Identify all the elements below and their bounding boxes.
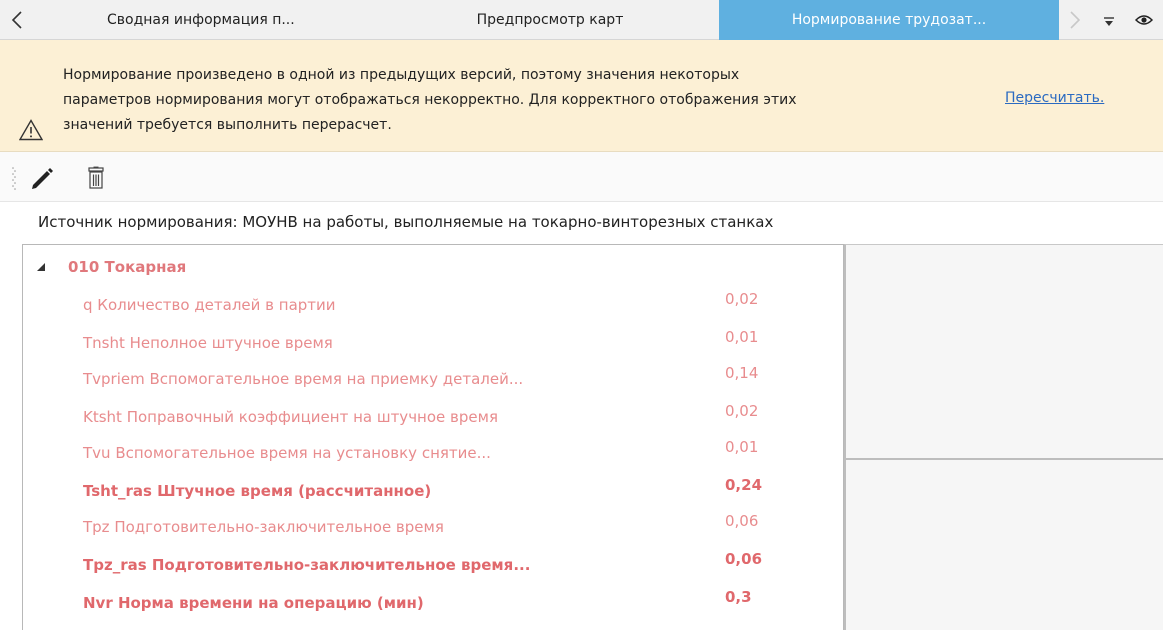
detail-panel-top: [844, 244, 1163, 458]
parameter-name: Tpz Подготовительно-заключительное время: [83, 518, 444, 536]
warning-line: параметров нормирования могут отображать…: [63, 92, 797, 108]
tree-row[interactable]: q Количество деталей в партии 0,02: [23, 289, 843, 319]
tab-scroll-left-button[interactable]: [0, 0, 34, 40]
tab-summary[interactable]: Сводная информация п...: [70, 0, 310, 40]
chevron-left-icon: [11, 11, 22, 29]
delete-button[interactable]: [80, 162, 112, 194]
pencil-icon: [32, 168, 53, 189]
parameter-name: Tsht_ras Штучное время (рассчитанное): [83, 482, 432, 500]
parameter-name: Tpz_ras Подготовительно-заключительное в…: [83, 556, 531, 574]
parameter-name: Ktsht Поправочный коэффициент на штучное…: [83, 408, 498, 426]
warning-icon: [19, 119, 43, 141]
eye-icon: [1135, 15, 1153, 25]
parameter-value: 0,01: [725, 438, 759, 456]
tree-row[interactable]: Nvr Норма времени на операцию (мин) 0,3: [23, 587, 843, 617]
tab-list-dropdown-button[interactable]: [1094, 0, 1124, 40]
parameter-value: 0,24: [725, 476, 763, 494]
parameter-value: 0,3: [725, 588, 752, 606]
tab-card-preview[interactable]: Предпросмотр карт: [440, 0, 660, 40]
parameter-value: 0,14: [725, 364, 759, 382]
parameter-value: 0,02: [725, 290, 759, 308]
warning-line: значений требуется выполнить перерасчет.: [63, 117, 392, 133]
warning-line: Нормирование произведено в одной из пред…: [63, 67, 740, 83]
chevron-right-icon: [1070, 11, 1081, 29]
trash-icon: [88, 166, 104, 189]
tab-bar: Сводная информация п... Предпросмотр кар…: [0, 0, 1163, 40]
tree-row[interactable]: Ktsht Поправочный коэффициент на штучное…: [23, 401, 843, 431]
detail-panel-bottom: [844, 458, 1163, 630]
tab-visibility-button[interactable]: [1128, 0, 1160, 40]
parameter-value: 0,06: [725, 512, 759, 530]
expand-triangle-icon[interactable]: [35, 261, 47, 273]
detail-panel: [844, 244, 1163, 630]
tree-row[interactable]: Tpz_ras Подготовительно-заключительное в…: [23, 549, 843, 579]
toolbar: [0, 152, 1163, 202]
parameter-value: 0,01: [725, 328, 759, 346]
parameter-name: Tvpriem Вспомогательное время на приемку…: [83, 370, 524, 388]
dropdown-icon: [1104, 17, 1114, 26]
tab-labor-norming[interactable]: Нормирование трудозат...: [719, 0, 1059, 40]
tree-row[interactable]: Tpz Подготовительно-заключительное время…: [23, 511, 843, 541]
parameter-name: q Количество деталей в партии: [83, 296, 336, 314]
tab-scroll-right-button[interactable]: [1060, 0, 1090, 40]
norming-source-label: Источник нормирования: МОУНВ на работы, …: [38, 213, 774, 231]
tree-row[interactable]: Tvpriem Вспомогательное время на приемку…: [23, 363, 843, 393]
tree-row[interactable]: Tvu Вспомогательное время на установку с…: [23, 437, 843, 467]
parameter-name: Tvu Вспомогательное время на установку с…: [83, 444, 491, 462]
parameter-value: 0,02: [725, 402, 759, 420]
tree-row[interactable]: Tsht_ras Штучное время (рассчитанное) 0,…: [23, 475, 843, 505]
warning-message: Нормирование произведено в одной из пред…: [63, 63, 797, 138]
tree-row[interactable]: Tnsht Неполное штучное время 0,01: [23, 327, 843, 357]
tree-group-label: 010 Токарная: [68, 258, 187, 276]
warning-banner: Нормирование произведено в одной из пред…: [0, 40, 1163, 152]
parameter-name: Tnsht Неполное штучное время: [83, 334, 333, 352]
recalculate-link[interactable]: Пересчитать.: [1005, 90, 1104, 106]
parameter-value: 0,06: [725, 550, 763, 568]
norming-tree: 010 Токарная q Количество деталей в парт…: [22, 244, 844, 630]
parameter-name: Nvr Норма времени на операцию (мин): [83, 594, 424, 612]
toolbar-grip-icon[interactable]: [12, 166, 16, 190]
edit-button[interactable]: [26, 162, 58, 194]
